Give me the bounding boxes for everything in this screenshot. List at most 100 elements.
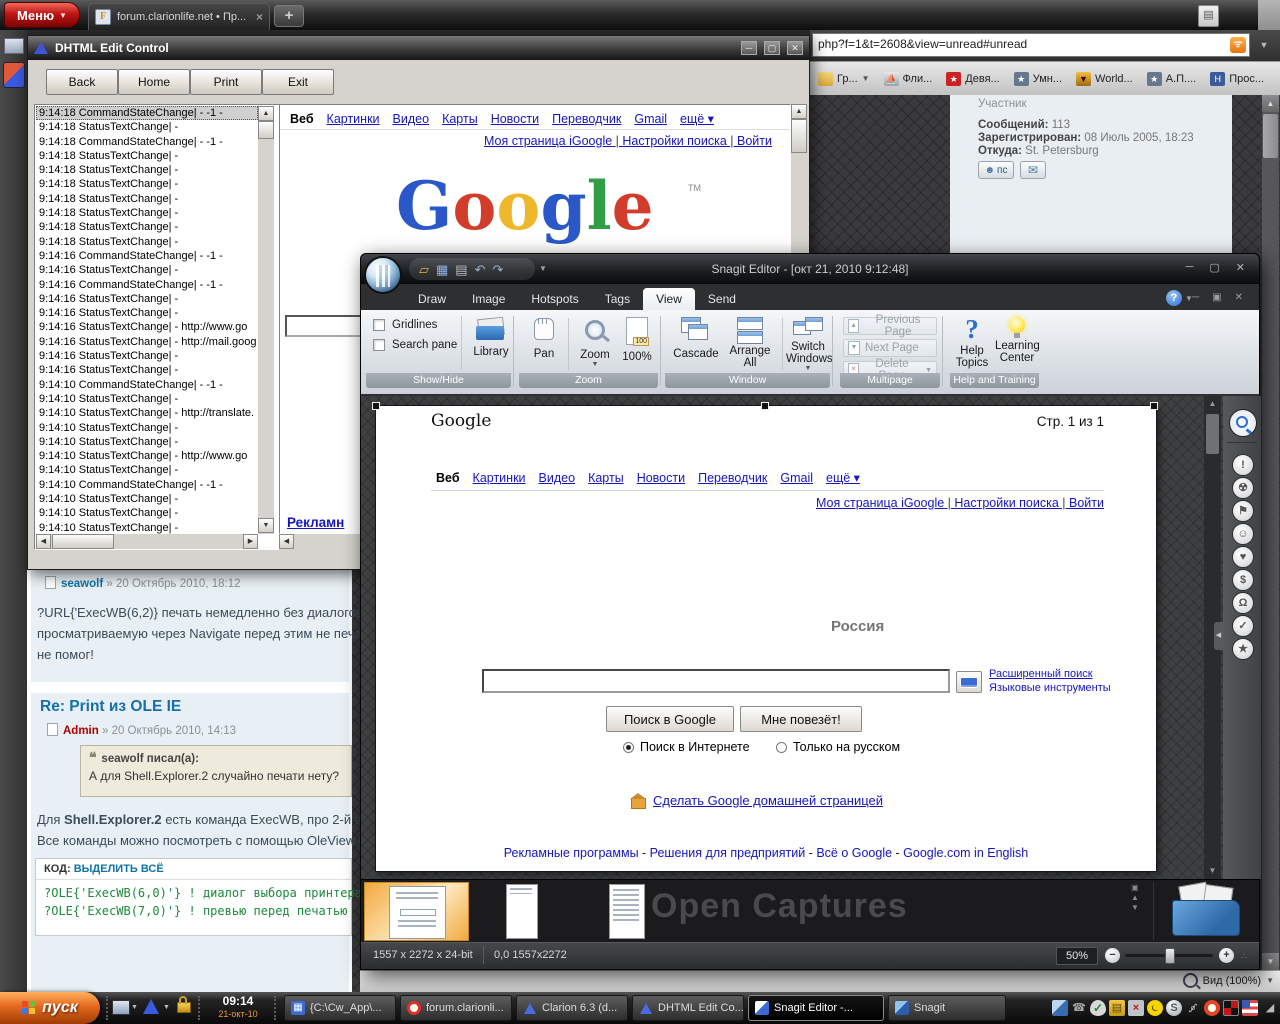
star-icon[interactable]: ★ (1232, 638, 1254, 660)
scroll-up-icon[interactable]: ▲ (258, 106, 274, 121)
save-icon[interactable]: ▦ (436, 263, 448, 276)
log-row[interactable]: 9:14:18 StatusTextChange| - (36, 149, 258, 163)
taskbar-button[interactable]: ▦ {C:\Cw_App\... (284, 995, 396, 1021)
switch-windows-button[interactable]: Switch Windows ▼ (786, 317, 830, 372)
selection-handle[interactable] (761, 402, 769, 410)
log-row[interactable]: 9:14:10 StatusTextChange| - (36, 506, 258, 520)
scroll-down-icon[interactable]: ▼ (1204, 863, 1221, 879)
cascade-button[interactable]: Cascade (670, 317, 722, 360)
scrollbar-thumb[interactable] (1206, 414, 1219, 454)
tray-scroll-down-icon[interactable]: ▼ (1131, 903, 1139, 913)
bookmark-item[interactable]: Гр... ▼ (818, 72, 870, 86)
captured-page[interactable]: Google Стр. 1 из 1 ВебКартинкиВидеоКарты… (376, 406, 1156, 871)
log-vscroll-down[interactable]: ▼ (258, 518, 274, 534)
search-icon[interactable] (1229, 409, 1257, 437)
restore-button[interactable]: ▣ (1212, 292, 1221, 303)
log-row[interactable]: 9:14:10 CommandStateChange| - -1 - (36, 478, 258, 492)
keyboard-layout-icon[interactable] (1242, 1000, 1258, 1016)
google-nav-link[interactable]: Карты (442, 112, 478, 126)
pan-button[interactable]: Pan (524, 318, 564, 360)
opera-menu-button[interactable]: Меню ▼ (4, 2, 80, 28)
address-dropdown-icon[interactable]: ▼ (1256, 38, 1272, 53)
zoom-slider-thumb[interactable] (1165, 948, 1175, 964)
scroll-left-icon[interactable]: ◀ (36, 534, 51, 549)
log-row[interactable]: 9:14:16 StatusTextChange| - (36, 263, 258, 277)
close-button[interactable]: ✕ (1235, 292, 1243, 303)
new-tab-button[interactable]: + (274, 5, 304, 27)
opera-tray-icon[interactable] (1204, 1000, 1220, 1016)
zoom-in-icon[interactable]: + (1219, 948, 1234, 963)
exclamation-icon[interactable]: ! (1232, 454, 1254, 476)
log-row[interactable]: 9:14:18 CommandStateChange| - -1 - (36, 135, 258, 149)
taskbar-button[interactable]: Clarion 6.3 (d... (516, 995, 628, 1021)
zoom-button[interactable]: Zoom ▼ (574, 318, 616, 368)
chevron-down-icon[interactable]: ▼ (163, 1004, 170, 1011)
home-button[interactable]: Home (118, 69, 190, 95)
snagit-orb-button[interactable] (364, 256, 402, 294)
log-row[interactable]: 9:14:18 StatusTextChange| - (36, 120, 258, 134)
check-icon[interactable]: ✓ (1232, 615, 1254, 637)
select-all-link[interactable]: ВЫДЕЛИТЬ ВСЁ (74, 863, 164, 875)
google-nav-link[interactable]: Картинки (327, 112, 380, 126)
taskbar-clock[interactable]: 09:14 21-окт-10 (206, 995, 270, 1021)
zoom-percent[interactable]: 50% (1056, 947, 1098, 965)
log-row[interactable]: 9:14:18 StatusTextChange| - (36, 220, 258, 234)
address-input[interactable]: php?f=1&t=2608&view=unread#unread (812, 33, 1250, 57)
google-ads-link[interactable]: Рекламн (287, 515, 344, 530)
tab-image[interactable]: Image (459, 288, 518, 310)
collapse-panel-icon[interactable]: ◀ (1214, 622, 1223, 650)
open-folder-icon[interactable]: ▱ (419, 263, 429, 276)
batman-icon[interactable]: ⏾ (1147, 1000, 1163, 1016)
scroll-up-icon[interactable]: ▲ (1204, 396, 1221, 412)
horseshoe-icon[interactable]: Ω (1232, 592, 1254, 614)
search-pane-checkbox[interactable]: Search pane (373, 339, 457, 351)
checkbox-icon[interactable] (373, 339, 385, 351)
email-button[interactable]: ✉ (1020, 161, 1046, 179)
scroll-up-icon[interactable]: ▲ (791, 104, 807, 119)
scrollbar-thumb[interactable] (258, 121, 274, 139)
scroll-left-icon[interactable]: ◀ (279, 534, 294, 549)
image-panel-icon[interactable] (4, 38, 24, 54)
scroll-right-icon[interactable]: ▶ (243, 534, 258, 549)
paperclip-icon[interactable]: ∮ (1182, 997, 1204, 1019)
learning-center-button[interactable]: Learning Center (995, 317, 1039, 364)
next-page-button[interactable]: ▼ Next Page (843, 339, 937, 357)
library-button[interactable]: Library (469, 318, 513, 358)
log-row[interactable]: 9:14:10 CommandStateChange| - -1 - (36, 378, 258, 392)
log-row[interactable]: 9:14:10 StatusTextChange| - (36, 521, 258, 534)
log-row[interactable]: 9:14:16 StatusTextChange| - (36, 306, 258, 320)
checkbox-icon[interactable] (373, 319, 385, 331)
bookmark-item[interactable]: ▼ World... (1076, 72, 1133, 86)
taskbar-button[interactable]: DHTML Edit Co... (632, 995, 744, 1021)
capture-thumbnail[interactable] (609, 884, 645, 939)
smiley-icon[interactable]: ☺ (1232, 523, 1254, 545)
chevron-down-icon[interactable]: ▼ (131, 1004, 138, 1011)
display-icon[interactable] (112, 1000, 130, 1015)
close-button[interactable]: ✕ (787, 41, 803, 55)
log-row[interactable]: 9:14:16 StatusTextChange| - (36, 292, 258, 306)
bookmark-item[interactable]: ⛵ Фли... (884, 72, 933, 86)
back-button[interactable]: Back (46, 69, 118, 95)
google-account-link[interactable]: Моя страница iGoogle (484, 134, 612, 148)
zoom-out-icon[interactable]: − (1105, 948, 1120, 963)
snagit-canvas[interactable]: Google Стр. 1 из 1 ВебКартинкиВидеоКарты… (361, 396, 1223, 879)
tab-tags[interactable]: Tags (592, 288, 643, 310)
customize-caret-icon[interactable]: ▼ (539, 264, 547, 273)
bookmark-item[interactable]: ★ Умн... (1014, 72, 1062, 86)
log-row[interactable]: 9:14:16 StatusTextChange| - http://mail.… (36, 335, 258, 349)
log-row[interactable]: 9:14:18 StatusTextChange| - (36, 163, 258, 177)
library-button[interactable] (1166, 884, 1246, 938)
log-row[interactable]: 9:14:10 StatusTextChange| - (36, 492, 258, 506)
steel-circle-icon[interactable]: S (1166, 1000, 1182, 1016)
google-nav-link[interactable]: ещё ▾ (680, 111, 714, 126)
browser-tab[interactable]: F forum.clarionlife.net • Пр... × (88, 3, 270, 30)
google-nav-link[interactable]: Новости (491, 112, 539, 126)
log-row[interactable]: 9:14:16 CommandStateChange| - -1 - (36, 249, 258, 263)
phone-icon[interactable]: ☎ (1071, 1000, 1087, 1016)
minimize-button[interactable]: ─ (741, 41, 757, 55)
log-row[interactable]: 9:14:10 StatusTextChange| - http://www.g… (36, 449, 258, 463)
start-button[interactable]: пуск (0, 992, 100, 1024)
post-title[interactable]: Re: Print из OLE IE (40, 698, 181, 716)
post-author-link[interactable]: seawolf (61, 578, 103, 590)
bookmark-item[interactable]: ★ Девя... (946, 72, 999, 86)
